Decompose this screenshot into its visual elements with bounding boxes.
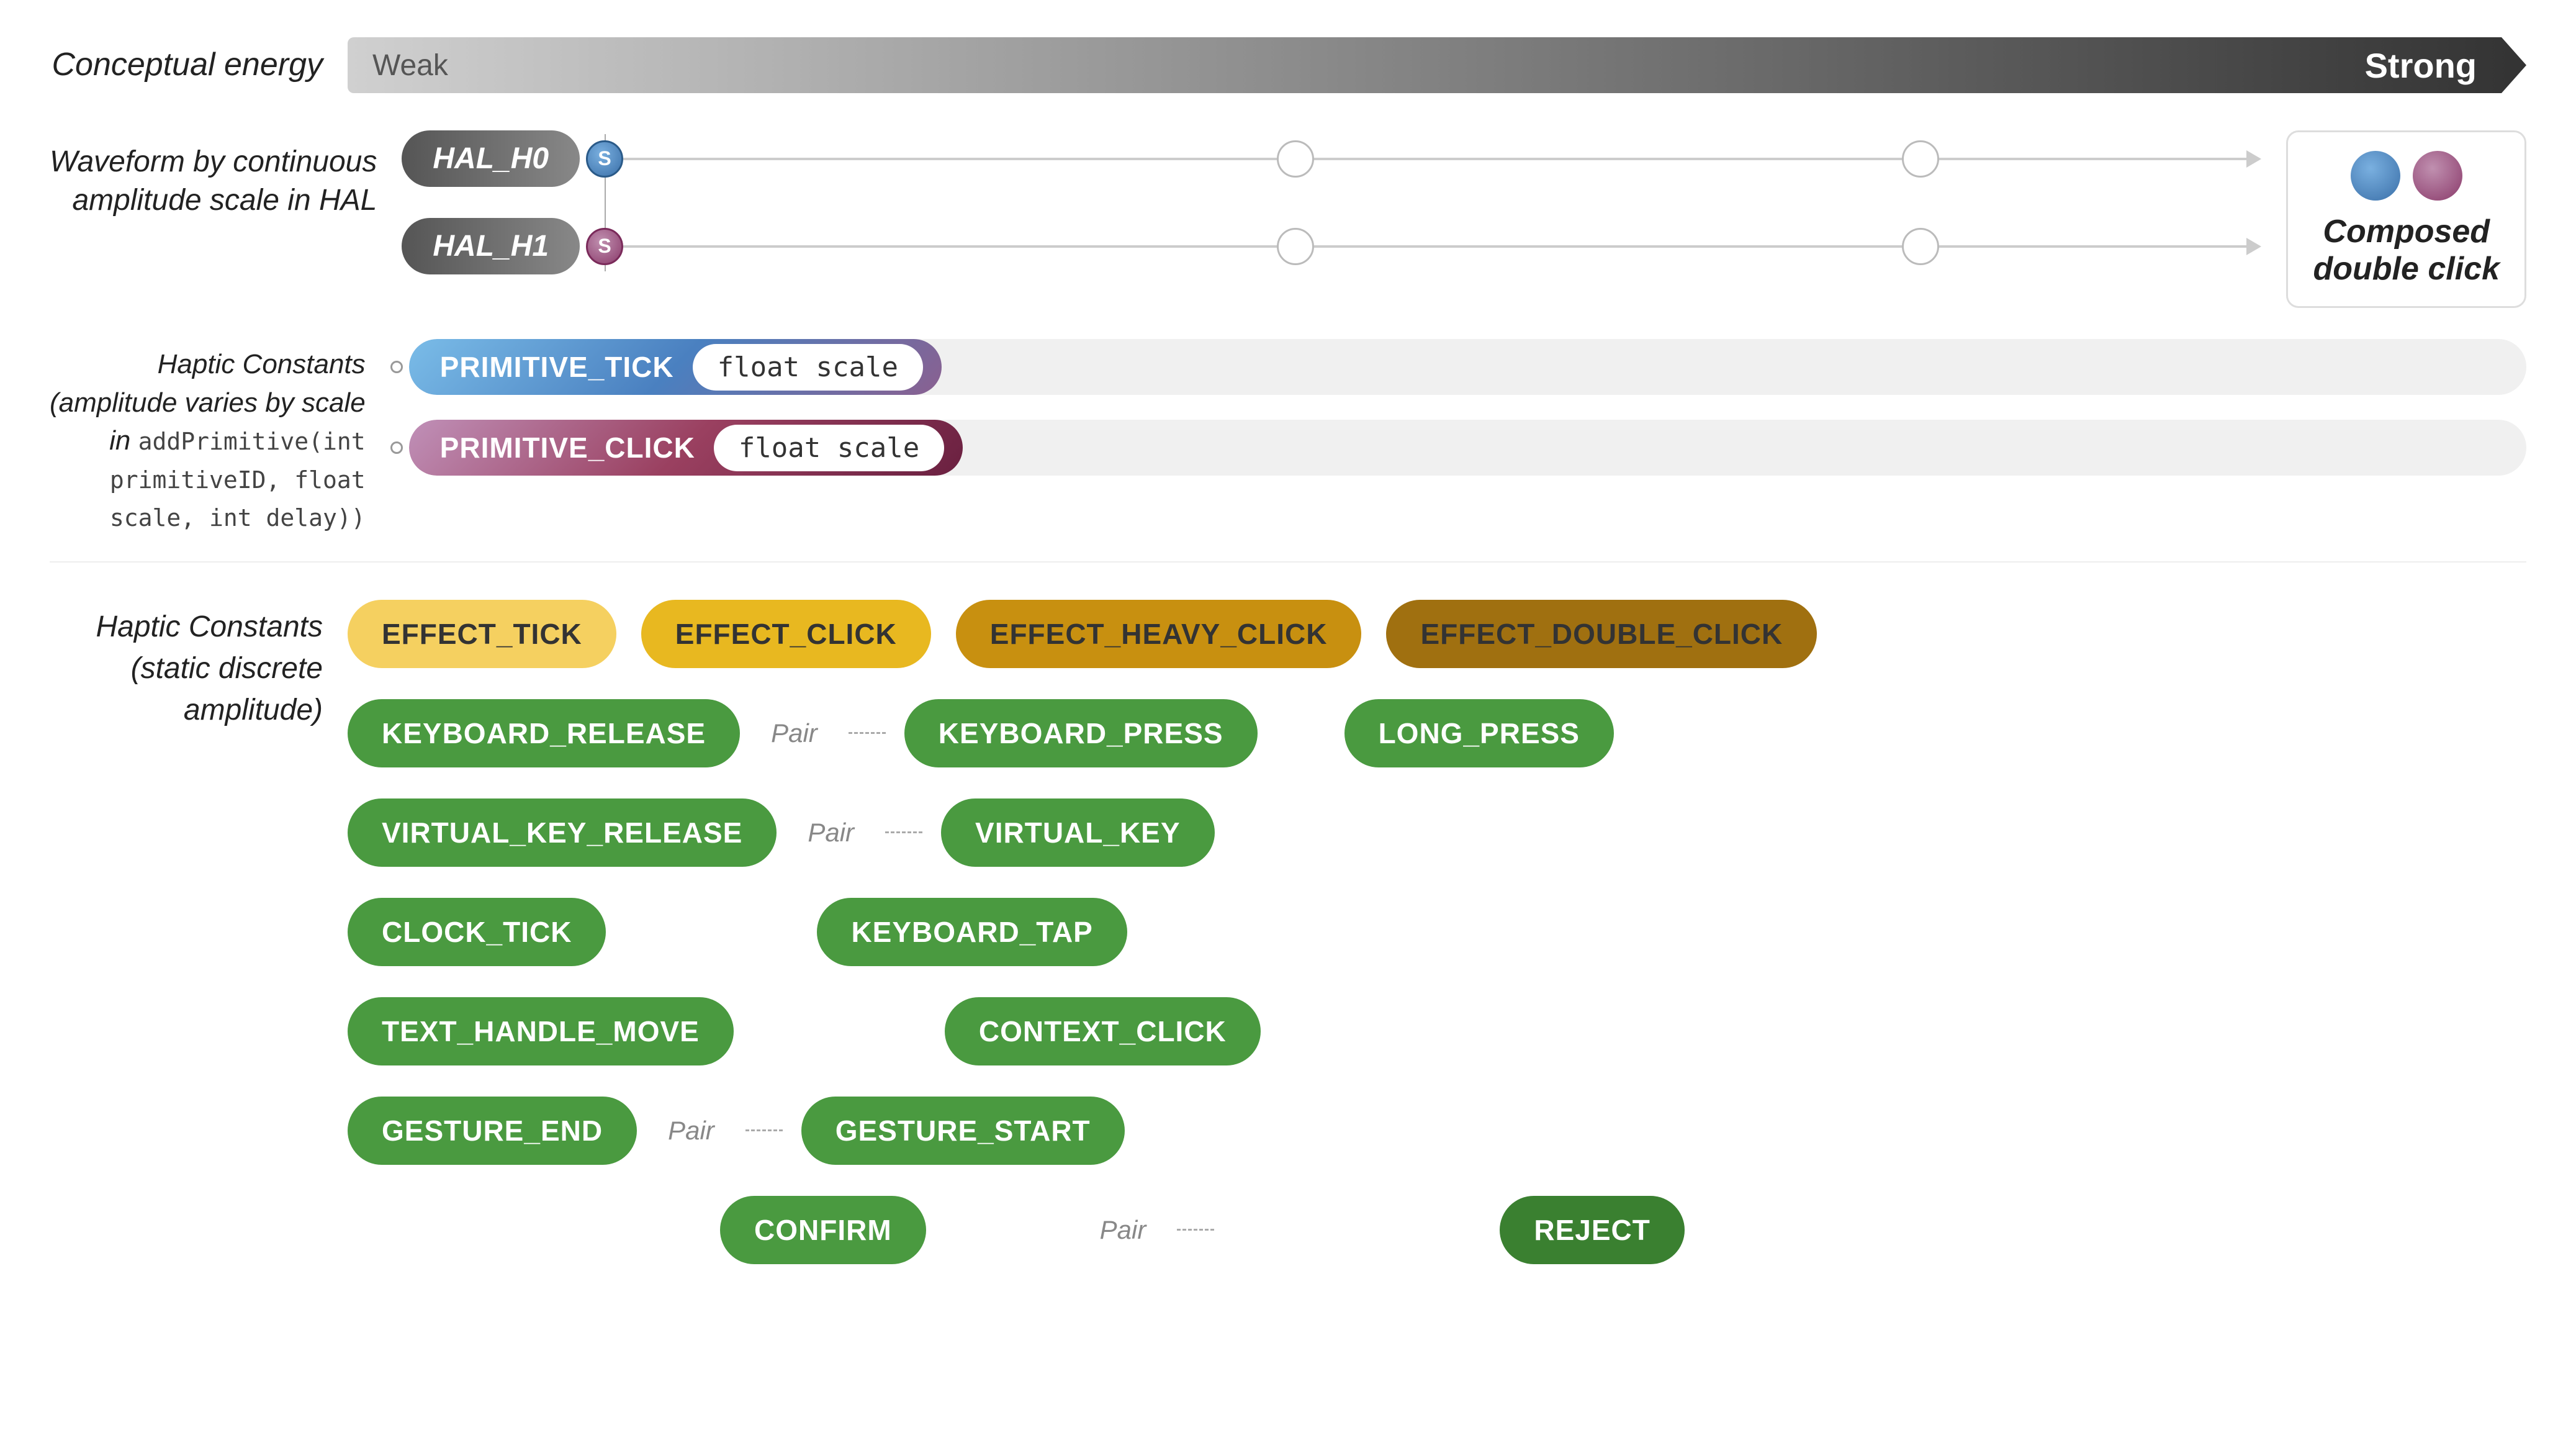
primitives-section: Haptic Constants (amplitude varies by sc… bbox=[50, 339, 2526, 563]
primitive-tick-indicator bbox=[390, 361, 403, 373]
energy-section: Conceptual energy Weak Strong bbox=[50, 37, 2526, 93]
hal-h1-arrow bbox=[2246, 238, 2261, 255]
energy-label: Conceptual energy bbox=[50, 44, 348, 86]
pair-line-2 bbox=[885, 831, 922, 833]
row-text-handle: TEXT_HANDLE_MOVE CONTEXT_CLICK bbox=[348, 997, 2526, 1065]
keyboard-tap-button[interactable]: KEYBOARD_TAP bbox=[817, 898, 1127, 966]
row-virtual-key: VIRTUAL_KEY_RELEASE Pair VIRTUAL_KEY bbox=[348, 798, 2526, 867]
primitive-click-indicator bbox=[390, 441, 403, 454]
energy-weak-label: Weak bbox=[372, 48, 448, 83]
text-handle-move-button[interactable]: TEXT_HANDLE_MOVE bbox=[348, 997, 734, 1065]
pair-label-3: Pair bbox=[655, 1116, 727, 1146]
primitive-tick-container: PRIMITIVE_TICK float scale bbox=[409, 339, 2526, 395]
primitive-tick-name: PRIMITIVE_TICK bbox=[428, 350, 687, 384]
virtual-key-release-button[interactable]: VIRTUAL_KEY_RELEASE bbox=[348, 798, 777, 867]
primitive-click-pill: PRIMITIVE_CLICK float scale bbox=[409, 420, 963, 476]
composed-text: Composed double click bbox=[2313, 213, 2500, 287]
hal-h1-track: HAL_H1 S bbox=[402, 218, 2249, 274]
primitive-click-name: PRIMITIVE_CLICK bbox=[428, 431, 708, 464]
primitives-bars: PRIMITIVE_TICK float scale PRIMITIVE_CLI… bbox=[390, 339, 2526, 476]
gesture-end-button[interactable]: GESTURE_END bbox=[348, 1097, 637, 1165]
primitives-label: Haptic Constants (amplitude varies by sc… bbox=[50, 339, 390, 536]
confirm-button[interactable]: CONFIRM bbox=[720, 1196, 926, 1264]
gesture-start-button[interactable]: GESTURE_START bbox=[801, 1097, 1125, 1165]
hal-h1-trackline bbox=[605, 245, 2249, 248]
context-click-button[interactable]: CONTEXT_CLICK bbox=[945, 997, 1261, 1065]
hal-h0-label: HAL_H0 bbox=[402, 130, 580, 187]
constants-section: Haptic Constants (static discrete amplit… bbox=[50, 600, 2526, 1264]
waveform-label: Waveform by continuousamplitude scale in… bbox=[50, 130, 402, 220]
reject-button[interactable]: REJECT bbox=[1500, 1196, 1684, 1264]
energy-bar-container: Weak Strong bbox=[348, 37, 2526, 93]
pair-line-3 bbox=[745, 1129, 783, 1131]
pair-line-4 bbox=[1177, 1229, 1214, 1231]
composed-dots bbox=[2351, 151, 2462, 201]
row-gesture: GESTURE_END Pair GESTURE_START bbox=[348, 1097, 2526, 1165]
primitive-click-bar: PRIMITIVE_CLICK float scale bbox=[390, 420, 2526, 476]
row-clock: CLOCK_TICK KEYBOARD_TAP bbox=[348, 898, 2526, 966]
waveform-section: Waveform by continuousamplitude scale in… bbox=[50, 130, 2526, 308]
effect-click-button[interactable]: EFFECT_CLICK bbox=[641, 600, 931, 668]
effect-tick-button[interactable]: EFFECT_TICK bbox=[348, 600, 616, 668]
hal-h1-line: S bbox=[605, 222, 2249, 271]
primitive-tick-param: float scale bbox=[693, 344, 923, 391]
row-keyboard: KEYBOARD_RELEASE Pair KEYBOARD_PRESS LON… bbox=[348, 699, 2526, 767]
hal-h0-track: HAL_H0 S bbox=[402, 130, 2249, 187]
hal-h0-mid-circle bbox=[1277, 140, 1314, 178]
energy-strong-label: Strong bbox=[2365, 45, 2477, 86]
effect-heavy-click-button[interactable]: EFFECT_HEAVY_CLICK bbox=[956, 600, 1362, 668]
hal-h1-label: HAL_H1 bbox=[402, 218, 580, 274]
virtual-key-button[interactable]: VIRTUAL_KEY bbox=[941, 798, 1214, 867]
hal-h0-trackline bbox=[605, 158, 2249, 160]
pair-label-4: Pair bbox=[1088, 1215, 1159, 1245]
keyboard-release-button[interactable]: KEYBOARD_RELEASE bbox=[348, 699, 740, 767]
primitive-tick-bar: PRIMITIVE_TICK float scale bbox=[390, 339, 2526, 395]
pair-line-1 bbox=[849, 732, 886, 734]
clock-tick-button[interactable]: CLOCK_TICK bbox=[348, 898, 606, 966]
hal-h0-arrow bbox=[2246, 150, 2261, 168]
row-confirm: CONFIRM Pair REJECT bbox=[348, 1196, 2526, 1264]
keyboard-press-button[interactable]: KEYBOARD_PRESS bbox=[904, 699, 1258, 767]
pair-label-2: Pair bbox=[795, 818, 867, 848]
primitive-tick-pill: PRIMITIVE_TICK float scale bbox=[409, 339, 942, 395]
long-press-button[interactable]: LONG_PRESS bbox=[1344, 699, 1614, 767]
composed-legend: Composed double click bbox=[2286, 130, 2526, 308]
hal-h1-end-circle bbox=[1902, 228, 1939, 265]
effects-row: EFFECT_TICK EFFECT_CLICK EFFECT_HEAVY_CL… bbox=[348, 600, 2526, 668]
effect-double-click-button[interactable]: EFFECT_DOUBLE_CLICK bbox=[1386, 600, 1817, 668]
hal-h0-end-circle bbox=[1902, 140, 1939, 178]
hal-h1-mid-circle bbox=[1277, 228, 1314, 265]
constants-grid: EFFECT_TICK EFFECT_CLICK EFFECT_HEAVY_CL… bbox=[348, 600, 2526, 1264]
primitive-click-container: PRIMITIVE_CLICK float scale bbox=[409, 420, 2526, 476]
energy-bar: Weak Strong bbox=[348, 37, 2526, 93]
hal-h1-start-dot: S bbox=[586, 228, 623, 265]
hal-h0-start-dot: S bbox=[586, 140, 623, 178]
pair-label-1: Pair bbox=[759, 718, 830, 748]
hal-h0-line: S bbox=[605, 134, 2249, 184]
primitive-click-param: float scale bbox=[714, 425, 944, 471]
composed-dot-pink bbox=[2413, 151, 2462, 201]
page-container: Conceptual energy Weak Strong Waveform b… bbox=[0, 0, 2576, 1443]
constants-label: Haptic Constants (static discrete amplit… bbox=[50, 600, 348, 731]
composed-dot-blue bbox=[2351, 151, 2400, 201]
